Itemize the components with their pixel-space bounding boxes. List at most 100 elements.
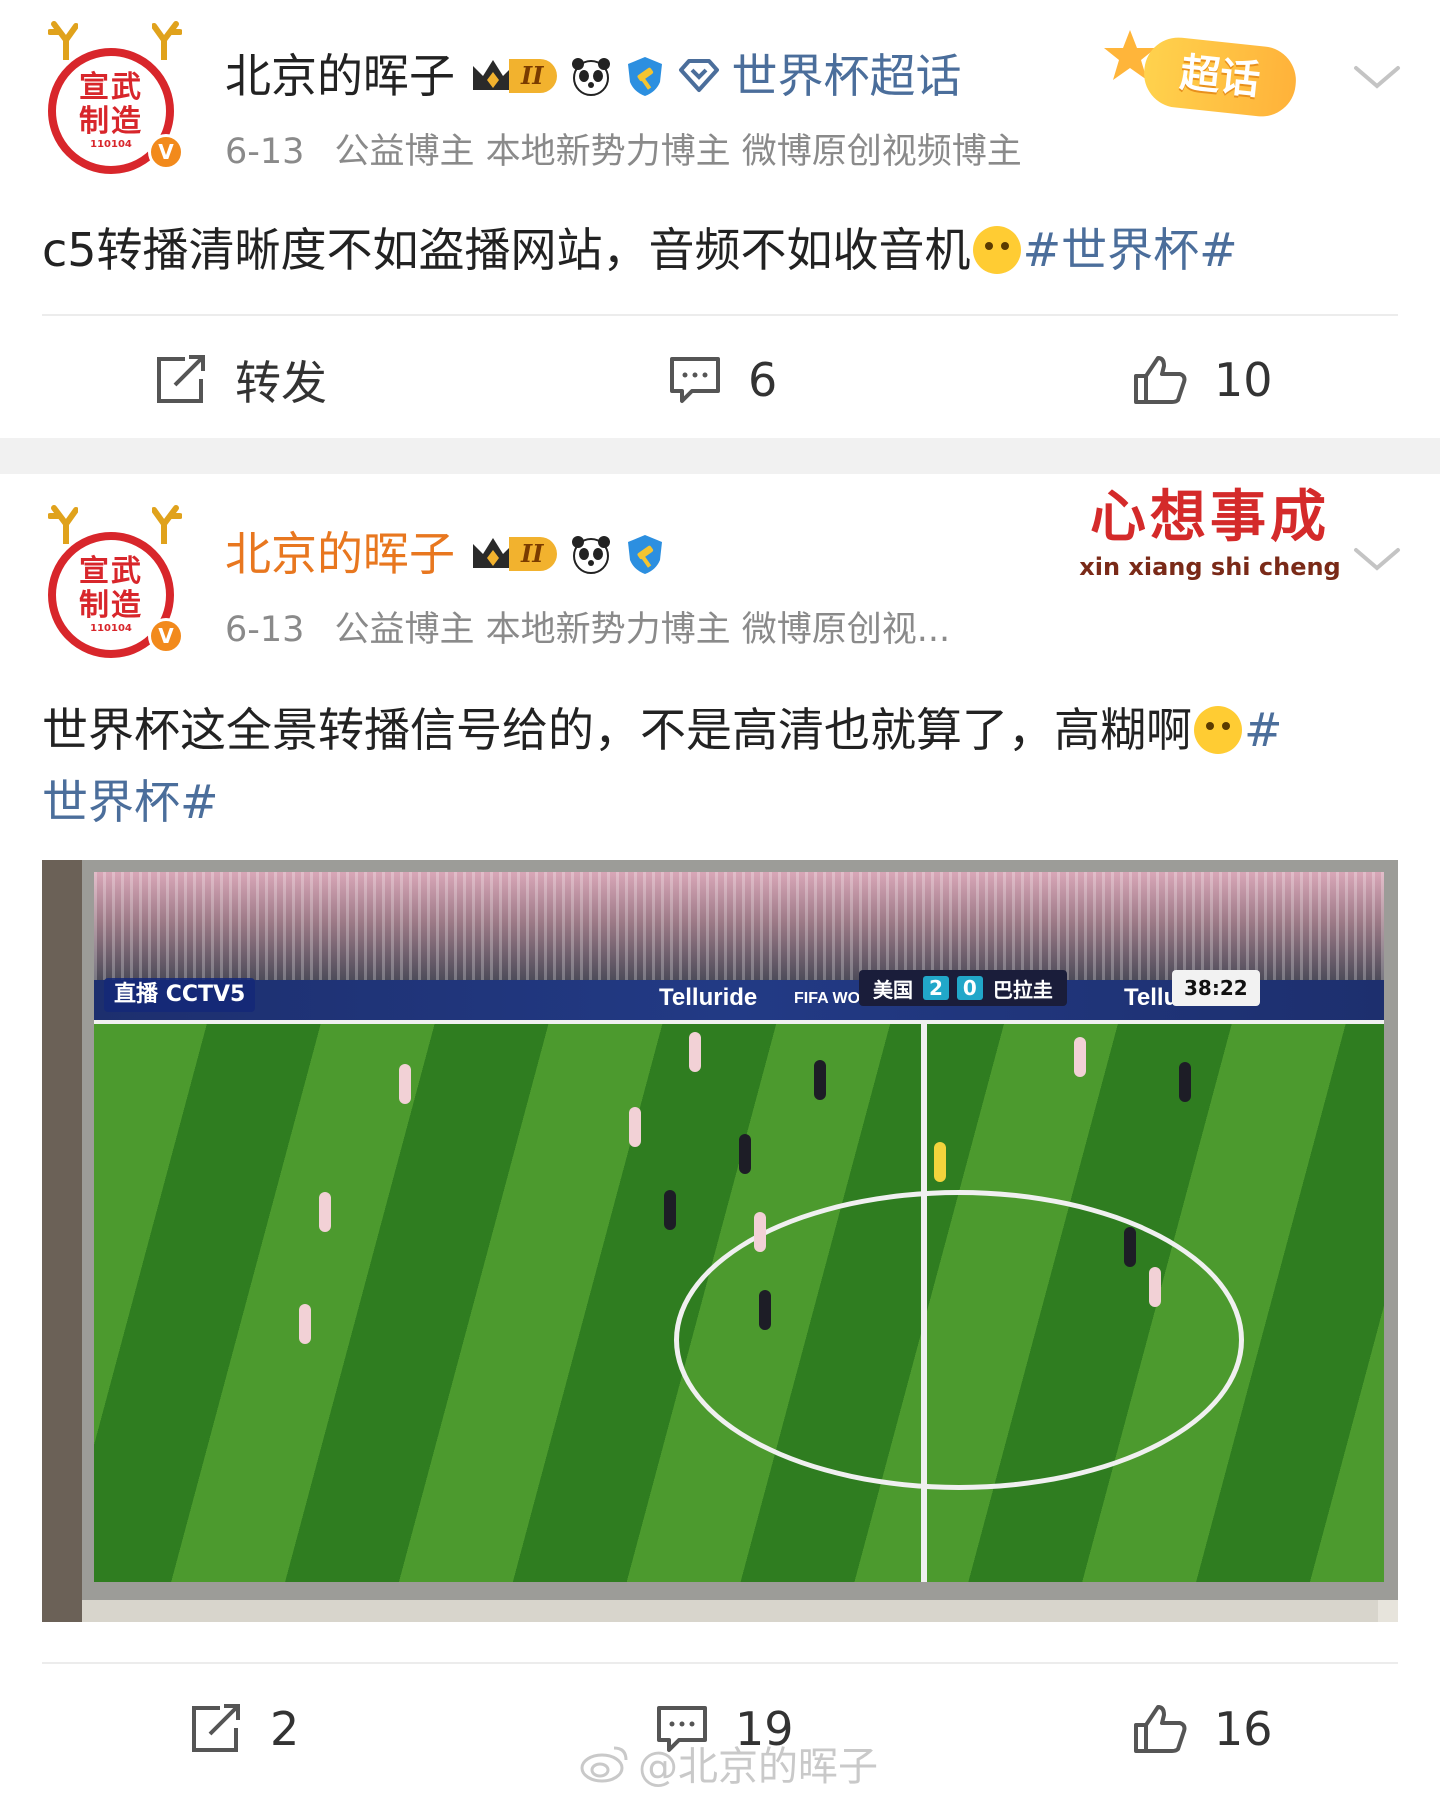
channel-label: CCTV5 bbox=[165, 982, 246, 1007]
player bbox=[1179, 1062, 1191, 1102]
player bbox=[754, 1212, 766, 1252]
author-tags: 公益博主 本地新势力博主 微博原创视频博主 bbox=[334, 132, 1022, 172]
watermark: @北京的晖子 bbox=[580, 1734, 878, 1792]
avatar[interactable]: 宣武 制造 110104 V bbox=[40, 20, 190, 174]
player bbox=[739, 1134, 751, 1174]
hashtag-link[interactable]: 世界杯# bbox=[42, 775, 219, 829]
like-icon bbox=[1134, 1705, 1187, 1753]
antler-icon bbox=[48, 21, 78, 60]
post-content: 世界杯这全景转播信号给的，不是高清也就算了，高糊啊 bbox=[42, 703, 1192, 757]
share-icon bbox=[157, 355, 205, 403]
wish-badge[interactable]: 心想事成 xin xiang shi cheng bbox=[1075, 482, 1345, 592]
tv-frame: Telluride FIFA WORLD CUP 2026 Telluride … bbox=[82, 860, 1398, 1600]
username[interactable]: 北京的晖子 bbox=[225, 524, 455, 584]
panda-icon[interactable] bbox=[569, 54, 613, 98]
antler-icon bbox=[152, 21, 182, 60]
room-wall bbox=[42, 860, 82, 1622]
name-row: 北京的晖子 II 世界杯超话 bbox=[225, 46, 961, 106]
post-content: c5转播清晰度不如盗播网站，音频不如收音机 bbox=[42, 223, 971, 277]
name-row: 北京的晖子 II bbox=[225, 524, 677, 584]
repost-button[interactable]: 2 bbox=[190, 1684, 299, 1774]
post-date: 6-13 bbox=[225, 132, 305, 172]
wish-pinyin: xin xiang shi cheng bbox=[1079, 553, 1341, 581]
scoreboard: 美国 2 0 巴拉圭 bbox=[859, 970, 1067, 1006]
author-tags: 公益博主 本地新势力博主 微博原创视... bbox=[334, 610, 951, 650]
comment-count: 6 bbox=[748, 353, 778, 407]
comment-button[interactable]: 6 bbox=[668, 335, 777, 425]
score-home: 2 bbox=[923, 976, 949, 1000]
player bbox=[814, 1060, 826, 1100]
topic-link[interactable]: 世界杯超话 bbox=[677, 46, 961, 106]
angry-emoji-icon bbox=[972, 226, 1021, 274]
touchline bbox=[94, 1020, 1384, 1024]
player bbox=[299, 1304, 311, 1344]
like-button[interactable]: 16 bbox=[1132, 1684, 1273, 1774]
chevron-down-icon[interactable] bbox=[1352, 544, 1402, 574]
vip-badge[interactable]: II bbox=[469, 56, 558, 96]
chaohua-badge[interactable]: 超话 bbox=[1100, 26, 1320, 126]
panda-icon[interactable] bbox=[569, 532, 613, 576]
post-card-1: 宣武 制造 110104 V 北京的晖子 II 世界杯超话 超话 6-13 公益博… bbox=[0, 0, 1440, 438]
ad-text: Telluride bbox=[659, 984, 758, 1011]
diamond-icon bbox=[679, 59, 720, 92]
player bbox=[319, 1192, 331, 1232]
broadcast-logo: 直播 CCTV5 bbox=[104, 978, 256, 1012]
username[interactable]: 北京的晖子 bbox=[225, 46, 455, 106]
weibo-logo-icon bbox=[580, 1746, 628, 1783]
repost-label: 转发 bbox=[235, 356, 327, 410]
player bbox=[759, 1290, 771, 1330]
chevron-down-icon[interactable] bbox=[1352, 62, 1402, 92]
hashtag-link[interactable]: # bbox=[1244, 703, 1283, 757]
post-text: c5转播清晰度不如盗播网站，音频不如收音机 #世界杯# bbox=[42, 214, 1402, 286]
referee bbox=[934, 1142, 946, 1182]
post-meta: 6-13 公益博主 本地新势力博主 微博原创视... bbox=[225, 608, 950, 652]
repost-button[interactable]: 转发 bbox=[155, 335, 327, 425]
team-away: 巴拉圭 bbox=[992, 977, 1053, 1002]
divider bbox=[42, 1662, 1398, 1664]
comment-icon bbox=[670, 357, 720, 403]
player bbox=[1074, 1037, 1086, 1077]
avatar-seal-text: 宣武 bbox=[79, 554, 143, 589]
post-image[interactable]: Telluride FIFA WORLD CUP 2026 Telluride … bbox=[42, 860, 1398, 1622]
divider bbox=[42, 314, 1398, 316]
player bbox=[1124, 1227, 1136, 1267]
vip-badge[interactable]: II bbox=[469, 534, 558, 574]
like-icon bbox=[1134, 356, 1187, 404]
hashtag-link[interactable]: #世界杯# bbox=[1023, 223, 1238, 277]
stadium-stands bbox=[94, 872, 1384, 982]
like-count: 10 bbox=[1214, 353, 1273, 407]
player bbox=[1149, 1267, 1161, 1307]
team-home: 美国 bbox=[873, 977, 913, 1002]
avatar-seal-number: 110104 bbox=[90, 623, 132, 634]
feed-separator bbox=[0, 438, 1440, 474]
player bbox=[664, 1190, 676, 1230]
score-away: 0 bbox=[956, 976, 983, 1000]
vip-level: II bbox=[509, 537, 558, 571]
avatar-seal-number: 110104 bbox=[90, 139, 132, 150]
player bbox=[689, 1032, 701, 1072]
live-label: 直播 bbox=[114, 982, 159, 1007]
verified-badge: V bbox=[148, 618, 184, 654]
verified-badge: V bbox=[148, 134, 184, 170]
post-meta: 6-13 公益博主 本地新势力博主 微博原创视频博主 bbox=[225, 130, 1022, 174]
player bbox=[629, 1107, 641, 1147]
avatar[interactable]: 宣武 制造 110104 V bbox=[40, 504, 190, 658]
action-bar: 转发 6 10 bbox=[0, 335, 1440, 425]
match-clock: 38:22 bbox=[1172, 970, 1260, 1006]
avatar-seal-text: 宣武 bbox=[79, 70, 143, 105]
player bbox=[399, 1064, 411, 1104]
avatar-seal-text: 制造 bbox=[79, 588, 143, 623]
vip-level: II bbox=[509, 59, 558, 93]
share-icon bbox=[192, 1704, 240, 1752]
watermark-text: @北京的晖子 bbox=[638, 1744, 878, 1790]
avatar-seal-text: 制造 bbox=[79, 104, 143, 139]
post-date: 6-13 bbox=[225, 610, 305, 650]
shield-gavel-icon[interactable] bbox=[623, 532, 667, 576]
like-button[interactable]: 10 bbox=[1132, 335, 1273, 425]
chaohua-label: 超话 bbox=[1140, 34, 1300, 120]
antler-icon bbox=[152, 505, 182, 544]
topic-label: 世界杯超话 bbox=[731, 49, 962, 103]
like-count: 16 bbox=[1214, 1702, 1273, 1756]
post-text: 世界杯这全景转播信号给的，不是高清也就算了，高糊啊 # 世界杯# bbox=[42, 694, 1402, 838]
shield-gavel-icon[interactable] bbox=[623, 54, 667, 98]
